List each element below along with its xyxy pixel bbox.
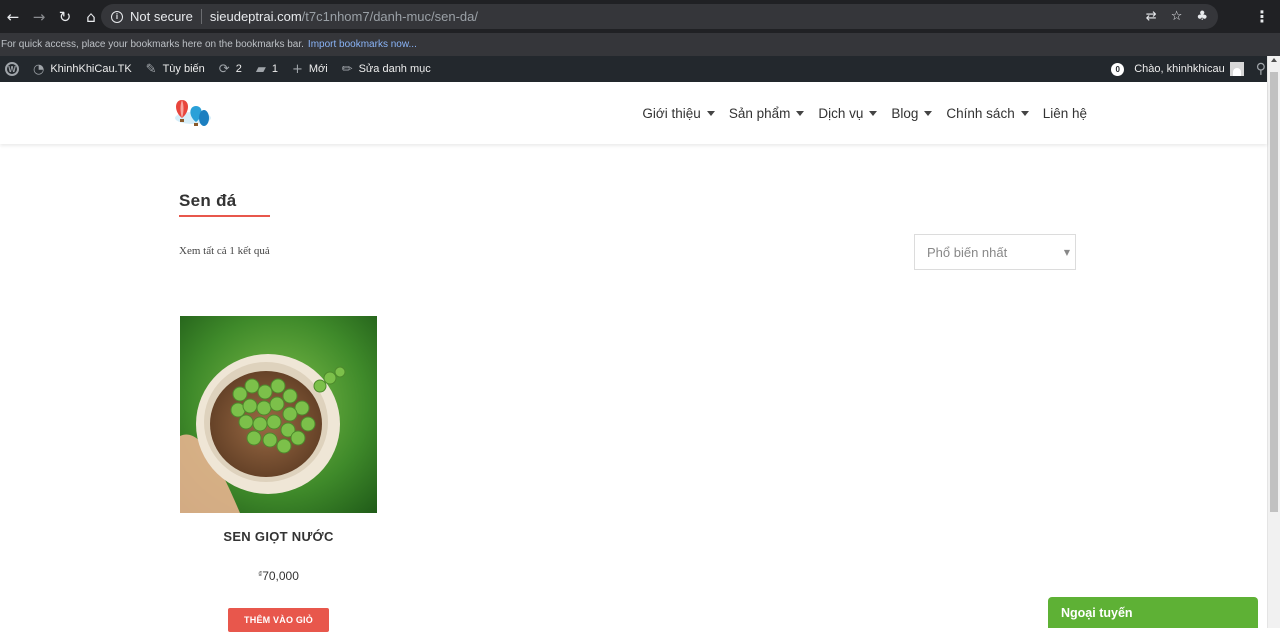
translate-icon[interactable]: ⇄ — [1146, 9, 1157, 24]
result-count: Xem tất cả 1 kết quả — [179, 245, 270, 257]
search-icon[interactable]: ⚲ — [1256, 61, 1266, 77]
bookmarks-hint: For quick access, place your bookmarks h… — [1, 39, 304, 50]
wordpress-logo-button[interactable]: W — [0, 56, 26, 82]
browser-toolbar: ← → ↻ ⌂ i Not secure sieudeptrai.com/t7c… — [0, 0, 1280, 33]
nav-item-4[interactable]: Chính sách — [946, 105, 1029, 121]
chevron-down-icon: ▼ — [1063, 248, 1070, 257]
import-bookmarks-link[interactable]: Import bookmarks now... — [308, 39, 417, 50]
nav-item-5[interactable]: Liên hệ — [1043, 106, 1087, 121]
customize-label: Tùy biến — [162, 63, 205, 75]
caret-down-icon — [796, 110, 805, 116]
nav-item-label: Liên hệ — [1042, 105, 1087, 121]
comments-link[interactable]: ▰ 1 — [249, 56, 285, 82]
updates-icon: ⟳ — [218, 61, 230, 77]
menu-dots-icon[interactable]: ⋮ — [1254, 0, 1270, 33]
nav-item-2[interactable]: Dịch vụ — [818, 105, 878, 121]
site-logo[interactable] — [170, 96, 216, 132]
nav-item-0[interactable]: Giới thiệu — [642, 105, 715, 121]
site-name-link[interactable]: ◔ KhinhKhiCau.TK — [26, 56, 139, 82]
pencil-icon: ✏ — [341, 61, 353, 77]
site-header: Giới thiệu Sản phẩm Dịch vụ Blog Chính sách L… — [0, 82, 1267, 144]
url-host[interactable]: sieudeptrai.com — [210, 9, 302, 24]
new-label: Mới — [308, 63, 328, 75]
dashboard-icon: ◔ — [33, 61, 45, 77]
sort-select[interactable]: Phổ biến nhất ▼ — [914, 234, 1076, 270]
forward-arrow-icon[interactable]: → — [26, 0, 52, 33]
caret-down-icon — [1020, 110, 1029, 116]
star-icon[interactable]: ☆ — [1171, 9, 1183, 24]
product-image[interactable] — [180, 316, 377, 513]
info-icon[interactable]: i — [111, 10, 123, 23]
wordpress-icon: W — [5, 62, 19, 76]
reload-icon[interactable]: ↻ — [52, 0, 78, 33]
address-bar[interactable]: i Not secure sieudeptrai.com/t7c1nhom7/d… — [101, 4, 1218, 29]
nav-item-label: Chính sách — [946, 105, 1015, 121]
avatar[interactable] — [1229, 62, 1244, 76]
comment-icon: ▰ — [255, 61, 266, 77]
price-value: 70,000 — [262, 569, 299, 583]
security-label[interactable]: Not secure — [130, 9, 193, 24]
omnibox-divider — [200, 9, 202, 24]
customize-link[interactable]: ✎ Tùy biến — [139, 56, 212, 82]
scroll-up-arrow-icon[interactable] — [1271, 58, 1277, 62]
back-arrow-icon[interactable]: ← — [0, 0, 26, 33]
sort-selected-value: Phổ biến nhất — [927, 244, 1008, 260]
add-to-cart-button[interactable]: THÊM VÀO GIỎ — [228, 608, 329, 632]
product-card: SEN GIỌT NƯỚC ₫70,000 THÊM VÀO GIỎ — [180, 316, 377, 632]
comments-count: 1 — [271, 63, 278, 75]
caret-down-icon — [706, 110, 715, 116]
notification-count-badge[interactable]: 0 — [1111, 62, 1125, 76]
site-name: KhinhKhiCau.TK — [50, 63, 132, 75]
nav-item-label: Dịch vụ — [818, 105, 864, 121]
extension-icon[interactable]: ♣ — [1196, 9, 1208, 24]
plus-icon: + — [291, 61, 303, 77]
brush-icon: ✎ — [145, 61, 157, 77]
chat-widget[interactable]: Ngoại tuyến — [1048, 597, 1258, 628]
scroll-thumb[interactable] — [1270, 72, 1278, 512]
page-title: Sen đá — [179, 191, 237, 210]
new-content-link[interactable]: + Mới — [285, 56, 335, 82]
bookmarks-bar: For quick access, place your bookmarks h… — [0, 33, 1280, 56]
user-greeting[interactable]: Chào, khinhkhicau — [1134, 63, 1225, 75]
nav-item-label: Giới thiệu — [642, 105, 701, 121]
url-path[interactable]: /t7c1nhom7/danh-muc/sen-da/ — [302, 9, 478, 24]
chat-status: Ngoại tuyến — [1061, 605, 1133, 620]
updates-count: 2 — [235, 63, 242, 75]
nav-item-label: Sản phẩm — [728, 105, 791, 121]
product-name[interactable]: SEN GIỌT NƯỚC — [180, 529, 377, 544]
edit-category-link[interactable]: ✏ Sửa danh mục — [335, 56, 438, 82]
nav-item-label: Blog — [891, 105, 919, 121]
caret-down-icon — [924, 110, 933, 116]
product-price: ₫70,000 — [180, 569, 377, 583]
admin-bar: W ◔ KhinhKhiCau.TK ✎ Tùy biến ⟳ 2 ▰ 1 + … — [0, 56, 1280, 82]
caret-down-icon — [869, 110, 878, 116]
nav-item-3[interactable]: Blog — [891, 105, 933, 121]
main-nav: Giới thiệu Sản phẩm Dịch vụ Blog Chính sách L… — [642, 82, 1087, 144]
nav-item-1[interactable]: Sản phẩm — [729, 106, 805, 121]
updates-link[interactable]: ⟳ 2 — [212, 56, 249, 82]
page-scrollbar[interactable] — [1267, 56, 1280, 628]
title-underline — [179, 215, 270, 217]
edit-category-label: Sửa danh mục — [358, 63, 431, 75]
